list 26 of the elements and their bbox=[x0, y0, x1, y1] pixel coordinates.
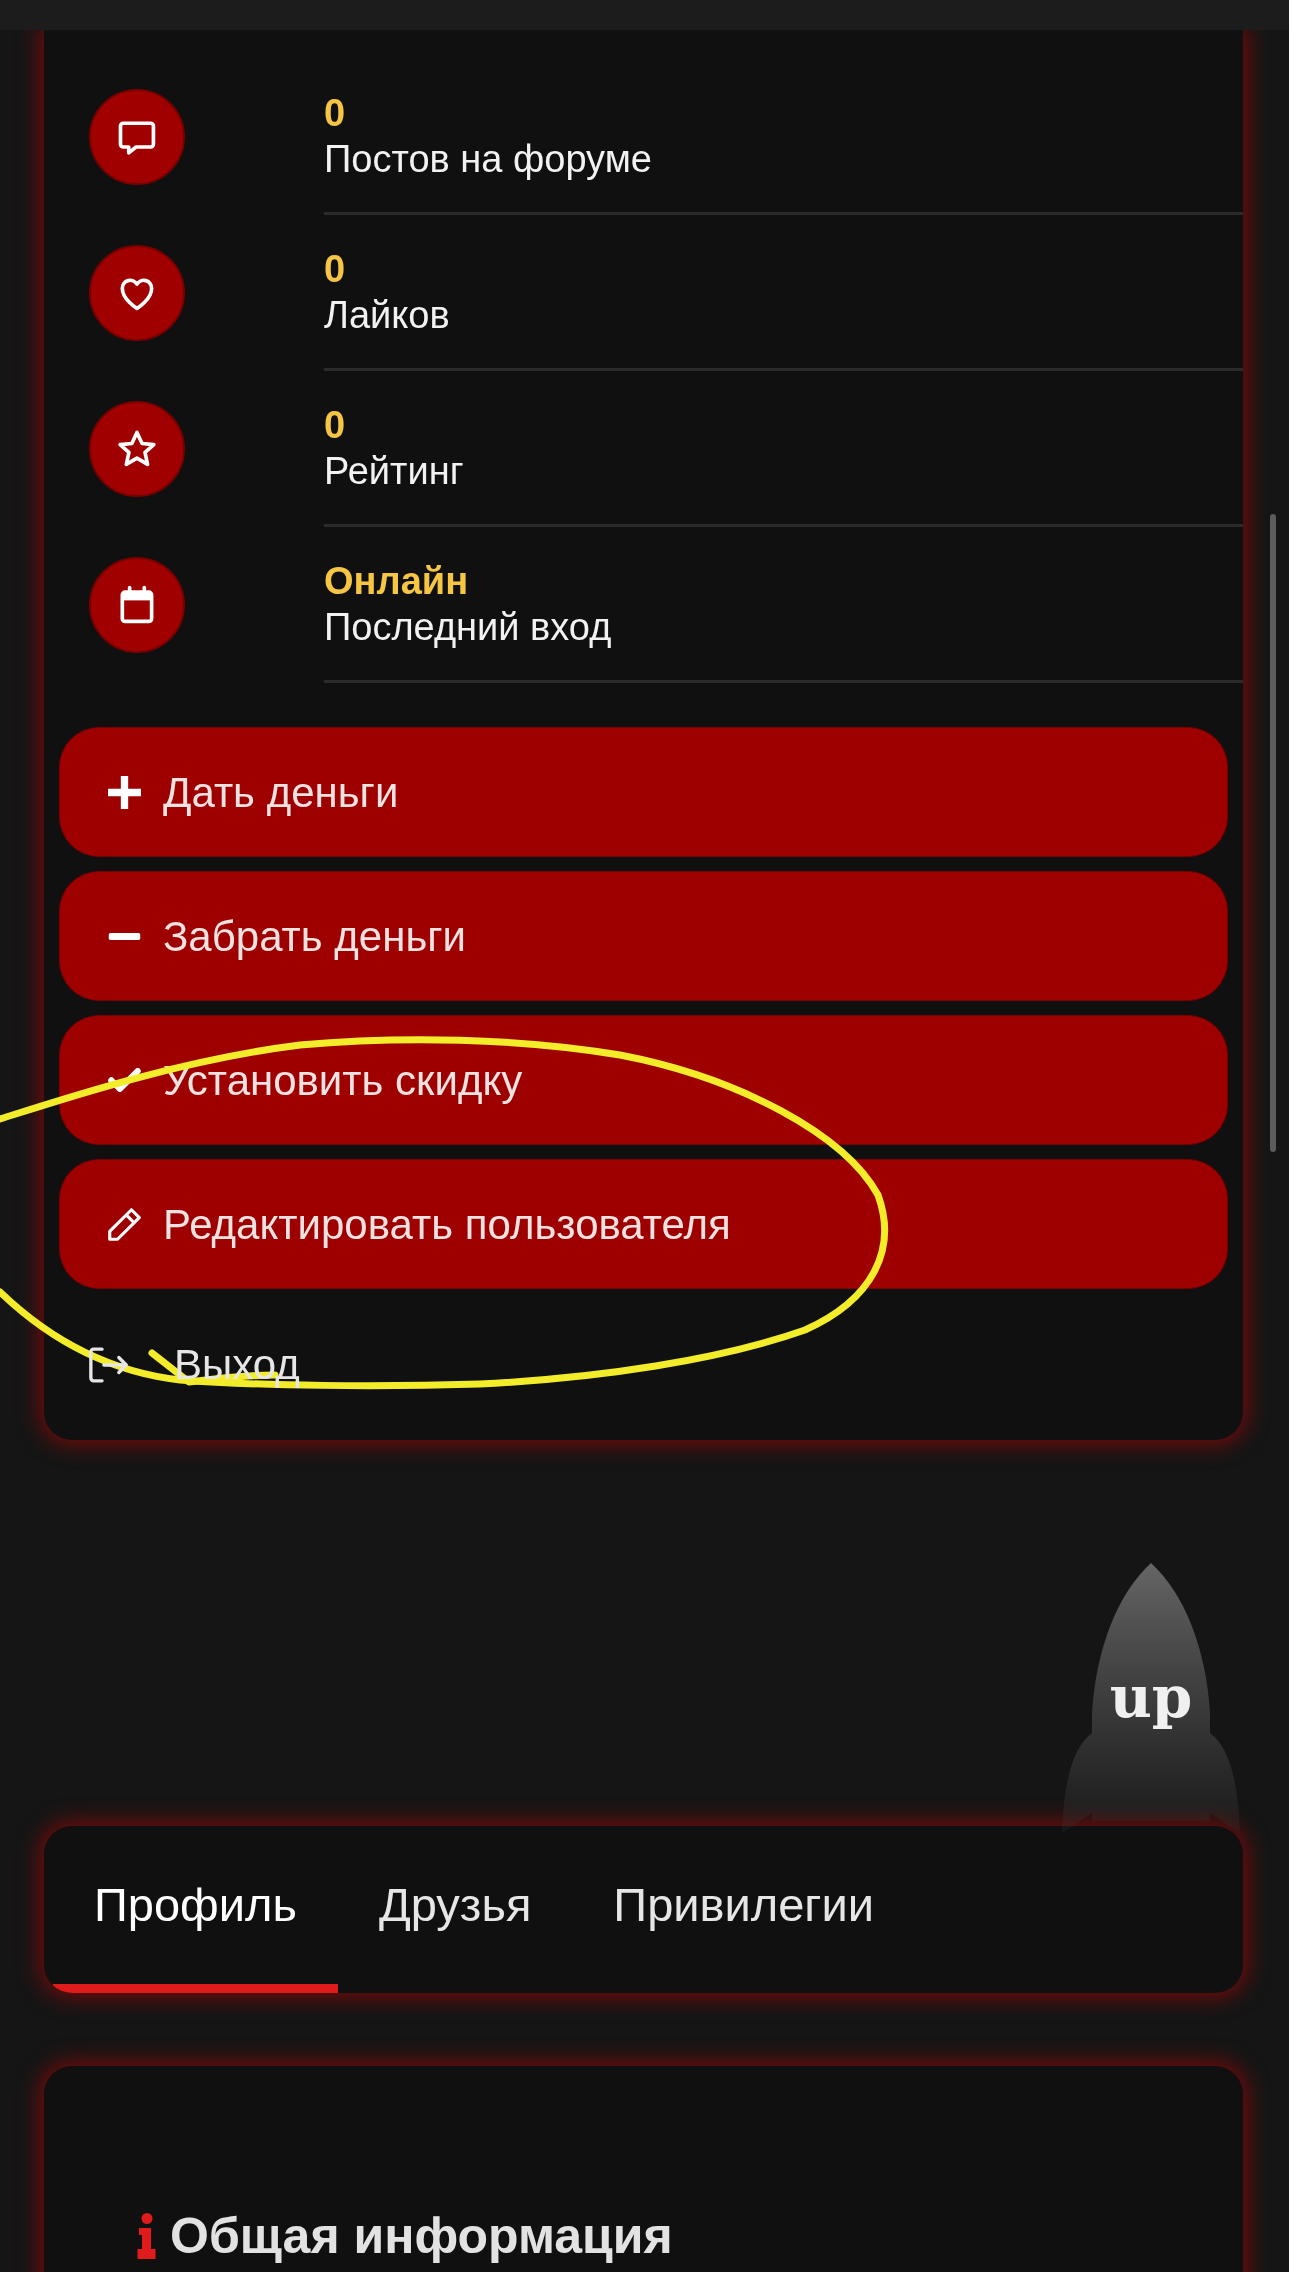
stat-label: Постов на форуме bbox=[324, 136, 653, 182]
edit-user-button[interactable]: Редактировать пользователя bbox=[59, 1159, 1228, 1289]
tab[interactable]: Профиль bbox=[53, 1826, 338, 1993]
stat-label: Лайков bbox=[324, 292, 451, 338]
discount-button[interactable]: Установить скидку bbox=[59, 1015, 1228, 1145]
tab[interactable]: Друзья bbox=[337, 1826, 573, 1993]
stat-label: Последний вход bbox=[324, 604, 613, 650]
tab[interactable]: Привилегии bbox=[572, 1826, 915, 1993]
pencil-icon bbox=[108, 1207, 141, 1241]
minus-icon bbox=[108, 932, 141, 940]
speech-bubble-icon bbox=[89, 89, 185, 185]
give-money-button[interactable]: Дать деньги bbox=[59, 727, 1228, 857]
stat-label: Рейтинг bbox=[324, 448, 465, 494]
take-money-button[interactable]: Забрать деньги bbox=[59, 871, 1228, 1001]
stat-value: 0 bbox=[324, 90, 347, 136]
stat-value: 0 bbox=[324, 246, 347, 292]
logout-button[interactable]: Выход bbox=[89, 1333, 300, 1396]
info-icon bbox=[136, 2213, 157, 2259]
check-icon bbox=[108, 1068, 141, 1092]
calendar-icon bbox=[89, 557, 185, 653]
section-title: Общая информация bbox=[170, 2207, 673, 2266]
scroll-top-button[interactable]: up bbox=[1060, 1563, 1242, 1845]
stat-value: Онлайн bbox=[324, 558, 470, 604]
logout-icon bbox=[89, 1346, 130, 1383]
plus-icon bbox=[108, 775, 141, 809]
stat-value: 0 bbox=[324, 402, 347, 448]
